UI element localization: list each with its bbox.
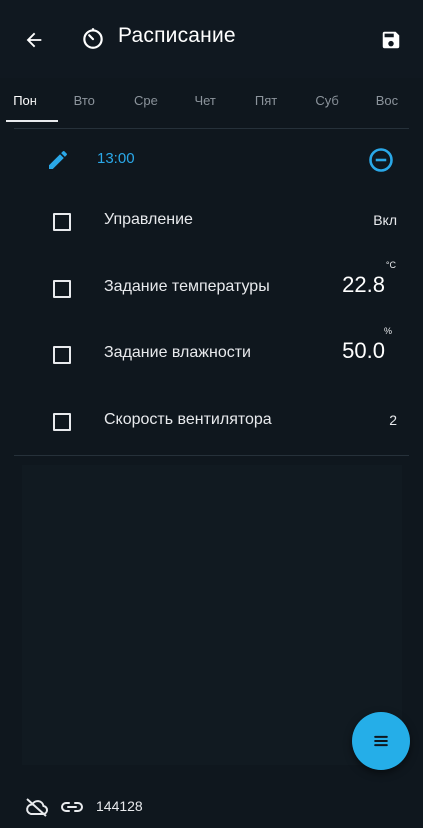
- timer-icon: [83, 28, 103, 49]
- divider: [14, 455, 409, 456]
- tab-friday[interactable]: Пят: [242, 78, 302, 122]
- minus-circle-icon[interactable]: [367, 146, 395, 174]
- param-value[interactable]: 50.0: [342, 338, 385, 364]
- param-value[interactable]: 22.8: [342, 272, 385, 298]
- save-button[interactable]: [373, 22, 409, 58]
- tab-saturday[interactable]: Суб: [302, 78, 362, 122]
- param-label: Задание влажности: [104, 344, 251, 361]
- schedule-screen: Расписание Пон Вто Сре Чет Пят Суб Вос 1…: [0, 0, 423, 828]
- control-checkbox[interactable]: [53, 213, 71, 231]
- divider: [14, 128, 409, 129]
- fan-speed-checkbox[interactable]: [53, 413, 71, 431]
- temperature-checkbox[interactable]: [53, 280, 71, 298]
- param-row-temperature: Задание температуры 22.8 °C: [0, 260, 423, 308]
- menu-fab-button[interactable]: [352, 712, 410, 770]
- param-label: Задание температуры: [104, 278, 270, 295]
- param-unit: °C: [385, 260, 396, 270]
- param-label: Управление: [104, 211, 193, 228]
- arrow-left-icon: [26, 32, 42, 48]
- app-bar: Расписание: [0, 0, 423, 78]
- save-icon: [382, 31, 400, 49]
- pencil-icon[interactable]: [46, 148, 70, 172]
- humidity-checkbox[interactable]: [53, 346, 71, 364]
- param-label: Скорость вентилятора: [104, 411, 272, 428]
- tab-monday[interactable]: Пон: [0, 78, 60, 122]
- param-row-fan-speed: Скорость вентилятора 2: [0, 401, 423, 441]
- param-unit: %: [383, 326, 392, 336]
- tab-thursday[interactable]: Чет: [181, 78, 241, 122]
- status-bar: 144128: [0, 788, 423, 828]
- param-value[interactable]: 2: [389, 412, 397, 428]
- schedule-time[interactable]: 13:00: [97, 150, 135, 167]
- schedule-time-row: 13:00: [0, 140, 423, 180]
- back-button[interactable]: [16, 22, 52, 58]
- param-row-control: Управление Вкл: [0, 201, 423, 241]
- device-id: 144128: [96, 798, 143, 814]
- link-icon: [61, 802, 83, 812]
- cloud-off-icon: [26, 798, 48, 817]
- day-tabs: Пон Вто Сре Чет Пят Суб Вос: [0, 78, 423, 122]
- param-row-humidity: Задание влажности 50.0 %: [0, 326, 423, 374]
- tab-wednesday[interactable]: Сре: [121, 78, 181, 122]
- tab-tuesday[interactable]: Вто: [60, 78, 120, 122]
- background-panel: [22, 465, 402, 765]
- page-title: Расписание: [118, 24, 236, 47]
- tab-sunday[interactable]: Вос: [363, 78, 423, 122]
- param-value[interactable]: Вкл: [373, 212, 397, 228]
- menu-icon: [374, 735, 388, 747]
